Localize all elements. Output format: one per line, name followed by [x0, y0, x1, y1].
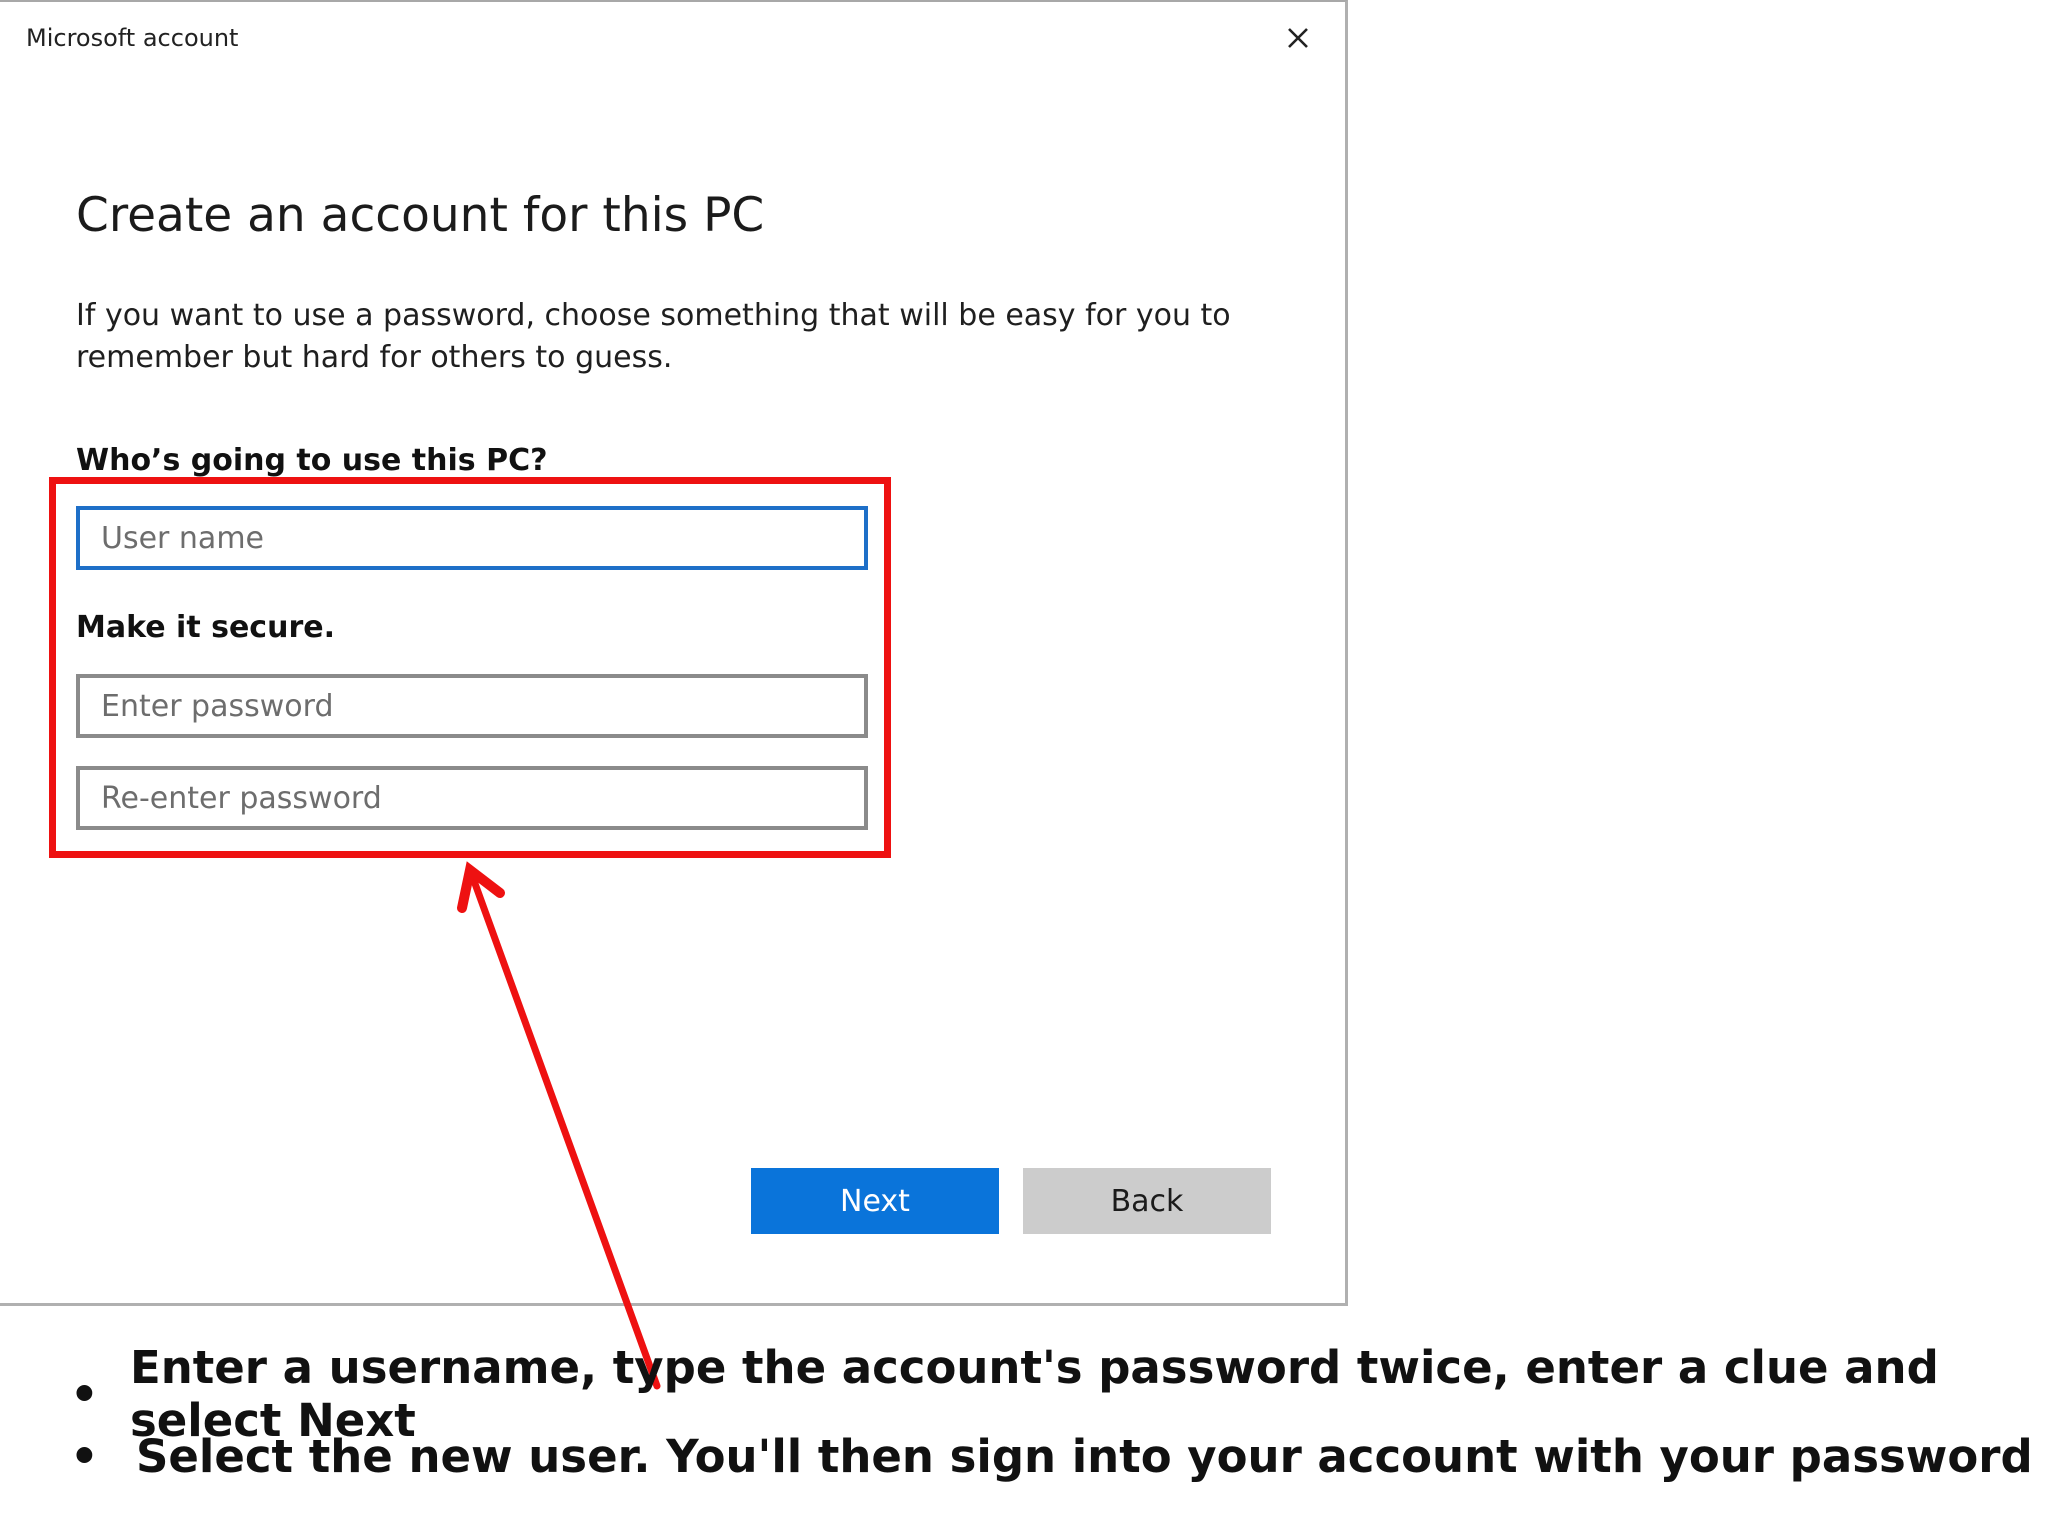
instruction-text: Select the new user. You'll then sign in…: [136, 1429, 2033, 1483]
bullet-icon: •: [70, 1429, 99, 1483]
page-title: Create an account for this PC: [76, 188, 765, 243]
bullet-icon: •: [70, 1367, 99, 1421]
instruction-list: • Enter a username, type the account's p…: [70, 1341, 2048, 1487]
window-title: Microsoft account: [26, 24, 239, 52]
who-label: Who’s going to use this PC?: [76, 443, 548, 478]
back-button[interactable]: Back: [1023, 1168, 1271, 1234]
highlight-box: [49, 477, 891, 858]
description-text: If you want to use a password, choose so…: [76, 298, 1231, 375]
list-item: • Select the new user. You'll then sign …: [70, 1425, 2048, 1487]
list-item: • Enter a username, type the account's p…: [70, 1341, 2048, 1447]
close-icon[interactable]: [1280, 20, 1316, 56]
next-button[interactable]: Next: [751, 1168, 999, 1234]
